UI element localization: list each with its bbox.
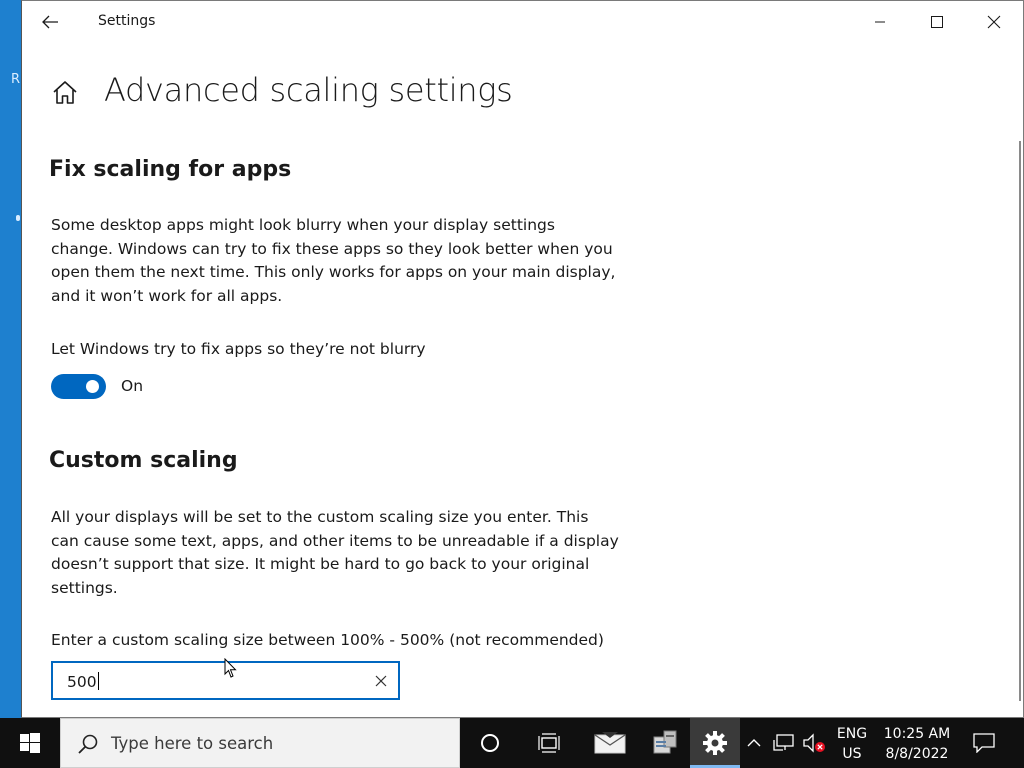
- keyboard-layout: US: [842, 746, 862, 762]
- action-center-button[interactable]: [962, 718, 1006, 768]
- close-button[interactable]: [974, 7, 1014, 37]
- clear-input-button[interactable]: [372, 672, 390, 690]
- desktop-icon-label-fragment: R: [11, 72, 21, 87]
- input-language-indicator[interactable]: ENG US: [832, 724, 872, 764]
- home-icon: [53, 81, 77, 104]
- fix-scaling-description-line: open them the next time. This only works…: [51, 263, 616, 281]
- custom-scaling-description-line: settings.: [51, 578, 118, 597]
- mail-app-button[interactable]: [585, 718, 635, 768]
- search-placeholder: Type here to search: [111, 734, 274, 753]
- language-code: ENG: [836, 726, 868, 742]
- volume-button[interactable]: [800, 718, 828, 768]
- custom-scaling-heading: Custom scaling: [49, 448, 238, 473]
- desktop-icon-fragment: [16, 215, 20, 221]
- close-icon: [987, 15, 1001, 29]
- custom-scaling-description-line: can cause some text, apps, and other ite…: [51, 531, 619, 550]
- toggle-knob: [86, 380, 99, 393]
- custom-scaling-input-value-wrap: 500: [67, 672, 99, 691]
- clear-icon: [375, 675, 387, 687]
- text-caret: [97, 672, 99, 690]
- custom-scaling-input-value: 500: [67, 673, 97, 691]
- custom-scaling-input-label: Enter a custom scaling size between 100%…: [51, 631, 604, 649]
- mouse-cursor-icon: [224, 658, 237, 678]
- fix-scaling-description-line: and it won’t work for all apps.: [51, 286, 283, 305]
- desktop-background: R: [0, 0, 21, 718]
- back-button[interactable]: [34, 7, 66, 37]
- window-title: Settings: [98, 13, 156, 29]
- cortana-circle-icon: [481, 734, 499, 752]
- speaker-muted-icon: [803, 733, 825, 753]
- custom-scaling-description-line: doesn’t support that size. It might be h…: [51, 555, 590, 573]
- fix-scaling-heading: Fix scaling for apps: [49, 157, 292, 182]
- search-icon: [78, 734, 98, 754]
- maximize-icon: [931, 16, 943, 28]
- windows-logo-icon: [20, 733, 40, 753]
- server-manager-button[interactable]: [640, 718, 690, 768]
- fix-apps-toggle-label: Let Windows try to fix apps so they’re n…: [51, 340, 426, 358]
- task-view-button[interactable]: [525, 718, 573, 768]
- custom-scaling-description: All your displays will be set to the cus…: [51, 506, 621, 600]
- custom-scaling-description-line: All your displays will be set to the cus…: [51, 508, 589, 526]
- maximize-button[interactable]: [917, 7, 957, 37]
- mail-icon: [594, 732, 626, 754]
- network-status-button[interactable]: [770, 718, 798, 768]
- show-hidden-icons-button[interactable]: [742, 718, 766, 768]
- fix-apps-toggle-state: On: [121, 377, 144, 395]
- cortana-button[interactable]: [466, 718, 514, 768]
- fix-apps-toggle[interactable]: [51, 374, 106, 399]
- clock-time: 10:25 AM: [883, 726, 951, 742]
- start-button[interactable]: [0, 718, 60, 768]
- minimize-button[interactable]: [860, 7, 900, 37]
- clock-date: 8/8/2022: [885, 746, 949, 762]
- fix-scaling-description-line: Some desktop apps might look blurry when…: [51, 216, 555, 234]
- system-clock[interactable]: 10:25 AM 8/8/2022: [878, 724, 956, 764]
- vertical-scrollbar[interactable]: [1019, 141, 1021, 701]
- task-view-icon: [538, 733, 560, 753]
- fix-scaling-description: Some desktop apps might look blurry when…: [51, 214, 621, 308]
- notification-icon: [973, 733, 995, 753]
- settings-window: Settings Advanced scaling settings Fix s…: [21, 0, 1024, 718]
- taskbar: Type here to search ENG US 10:25 AM 8/8/…: [0, 718, 1024, 768]
- title-bar: Settings: [22, 1, 1023, 43]
- network-icon: [773, 734, 794, 751]
- chevron-up-icon: [747, 739, 761, 747]
- taskbar-search-box[interactable]: Type here to search: [60, 718, 460, 768]
- server-manager-icon: [653, 730, 677, 754]
- page-title: Advanced scaling settings: [104, 71, 513, 109]
- settings-app-button[interactable]: [690, 718, 740, 768]
- back-arrow-icon: [42, 15, 58, 29]
- gear-icon: [703, 731, 727, 755]
- home-button[interactable]: [51, 79, 79, 107]
- minimize-icon: [875, 21, 885, 23]
- fix-scaling-description-line: change. Windows can try to fix these app…: [51, 239, 613, 258]
